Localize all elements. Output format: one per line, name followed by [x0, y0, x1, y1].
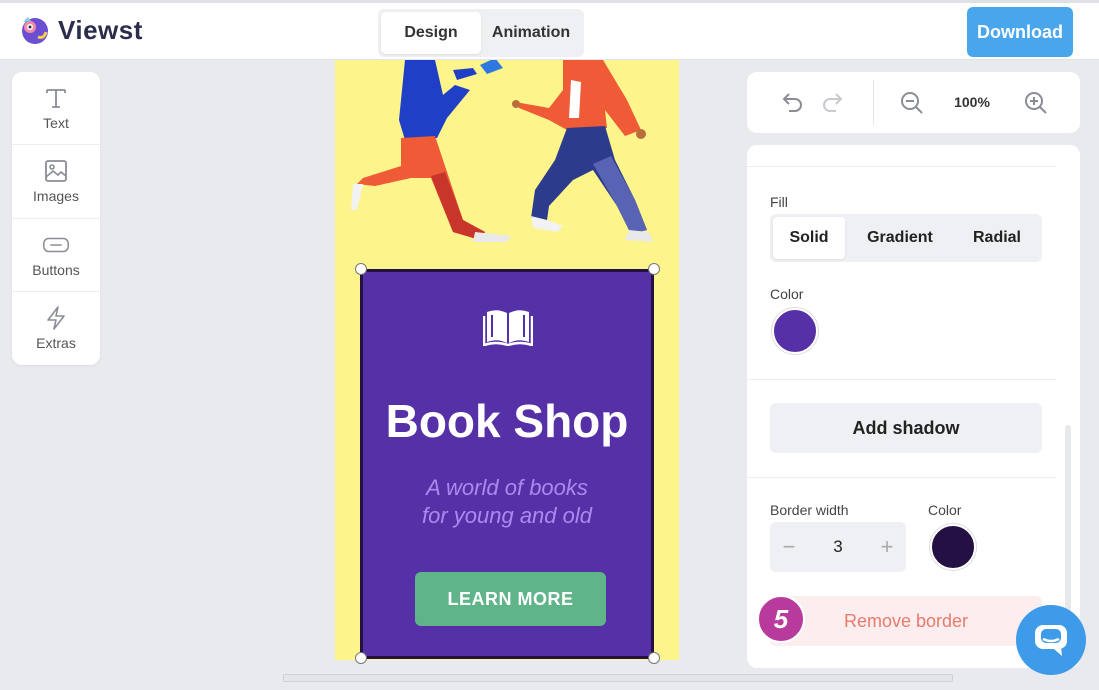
tool-images-label: Images	[33, 188, 79, 205]
zoom-out-icon	[901, 92, 923, 114]
app-logo[interactable]: Viewst	[18, 13, 143, 47]
section-divider	[747, 379, 1056, 380]
open-book-icon	[483, 310, 533, 346]
resize-handle-bottom-left[interactable]	[355, 652, 367, 664]
border-color-label: Color	[928, 502, 962, 518]
app-name: Viewst	[58, 14, 143, 45]
card-subtitle-line-1: A world of books	[426, 475, 588, 500]
mode-tabs: Design Animation	[378, 9, 584, 57]
tool-buttons[interactable]: Buttons	[12, 219, 100, 292]
tool-extras[interactable]: Extras	[12, 292, 100, 365]
tool-rail: Text Images Buttons Extras	[12, 72, 100, 365]
tool-text-label: Text	[43, 115, 69, 132]
history-zoom-panel: 100%	[747, 72, 1080, 133]
fill-label: Fill	[770, 194, 788, 210]
fill-tab-radial[interactable]: Radial	[955, 217, 1039, 259]
zoom-in-button[interactable]	[1021, 88, 1051, 118]
border-width-increment[interactable]: +	[878, 534, 896, 560]
fill-tab-solid[interactable]: Solid	[773, 217, 845, 259]
resize-handle-top-right[interactable]	[648, 263, 660, 275]
redo-icon	[823, 93, 843, 112]
download-button[interactable]: Download	[967, 7, 1073, 57]
fill-color-label: Color	[770, 286, 804, 302]
card-subtitle-line-2: for young and old	[421, 503, 593, 528]
add-shadow-button[interactable]: Add shadow	[770, 403, 1042, 453]
remove-border-button[interactable]: Remove border	[770, 596, 1042, 646]
resize-handle-bottom-right[interactable]	[648, 652, 660, 664]
section-divider	[747, 477, 1056, 478]
redo-button[interactable]	[819, 88, 849, 118]
zoom-in-icon	[1025, 92, 1047, 114]
canvas-horizontal-scrollbar[interactable]	[283, 674, 953, 682]
undo-button[interactable]	[776, 88, 806, 118]
chat-icon	[1035, 625, 1067, 656]
card-subtitle: A world of books for young and old	[363, 474, 651, 530]
tool-text[interactable]: Text	[12, 72, 100, 146]
support-chat-button[interactable]	[1016, 605, 1086, 675]
tool-extras-label: Extras	[36, 335, 76, 352]
fill-color-swatch[interactable]	[772, 308, 818, 354]
lightning-icon	[47, 306, 65, 331]
border-width-stepper: − 3 +	[770, 522, 906, 572]
book-shop-card[interactable]: Book Shop A world of books for young and…	[360, 269, 654, 659]
border-width-decrement[interactable]: −	[780, 534, 798, 560]
dancing-people-illustration	[351, 60, 653, 242]
text-icon	[46, 89, 66, 109]
resize-handle-top-left[interactable]	[355, 263, 367, 275]
toolbar-divider	[873, 80, 874, 125]
card-title: Book Shop	[385, 395, 629, 447]
properties-panel: Fill Solid Gradient Radial Color Add sha…	[747, 145, 1080, 668]
fill-tab-gradient[interactable]: Gradient	[845, 217, 955, 259]
border-width-label: Border width	[770, 502, 849, 518]
tool-buttons-label: Buttons	[32, 261, 80, 278]
tab-design[interactable]: Design	[381, 12, 481, 54]
button-icon	[43, 237, 69, 252]
artboard[interactable]: Book Shop A world of books for young and…	[335, 60, 679, 664]
section-divider	[747, 166, 1056, 167]
learn-more-button[interactable]: LEARN MORE	[415, 572, 606, 626]
step-number-badge: 5	[757, 595, 805, 643]
border-width-value[interactable]: 3	[833, 537, 842, 557]
undo-icon	[782, 93, 802, 112]
chameleon-logo-icon	[22, 17, 48, 44]
fill-type-tabs: Solid Gradient Radial	[770, 214, 1042, 262]
image-icon	[45, 160, 67, 183]
border-color-swatch[interactable]	[930, 524, 976, 570]
tool-images[interactable]: Images	[12, 145, 100, 219]
zoom-out-button[interactable]	[897, 88, 927, 118]
zoom-level: 100%	[954, 94, 990, 110]
tab-animation[interactable]: Animation	[481, 12, 581, 54]
top-bar: Viewst Design Animation Download	[0, 0, 1099, 60]
